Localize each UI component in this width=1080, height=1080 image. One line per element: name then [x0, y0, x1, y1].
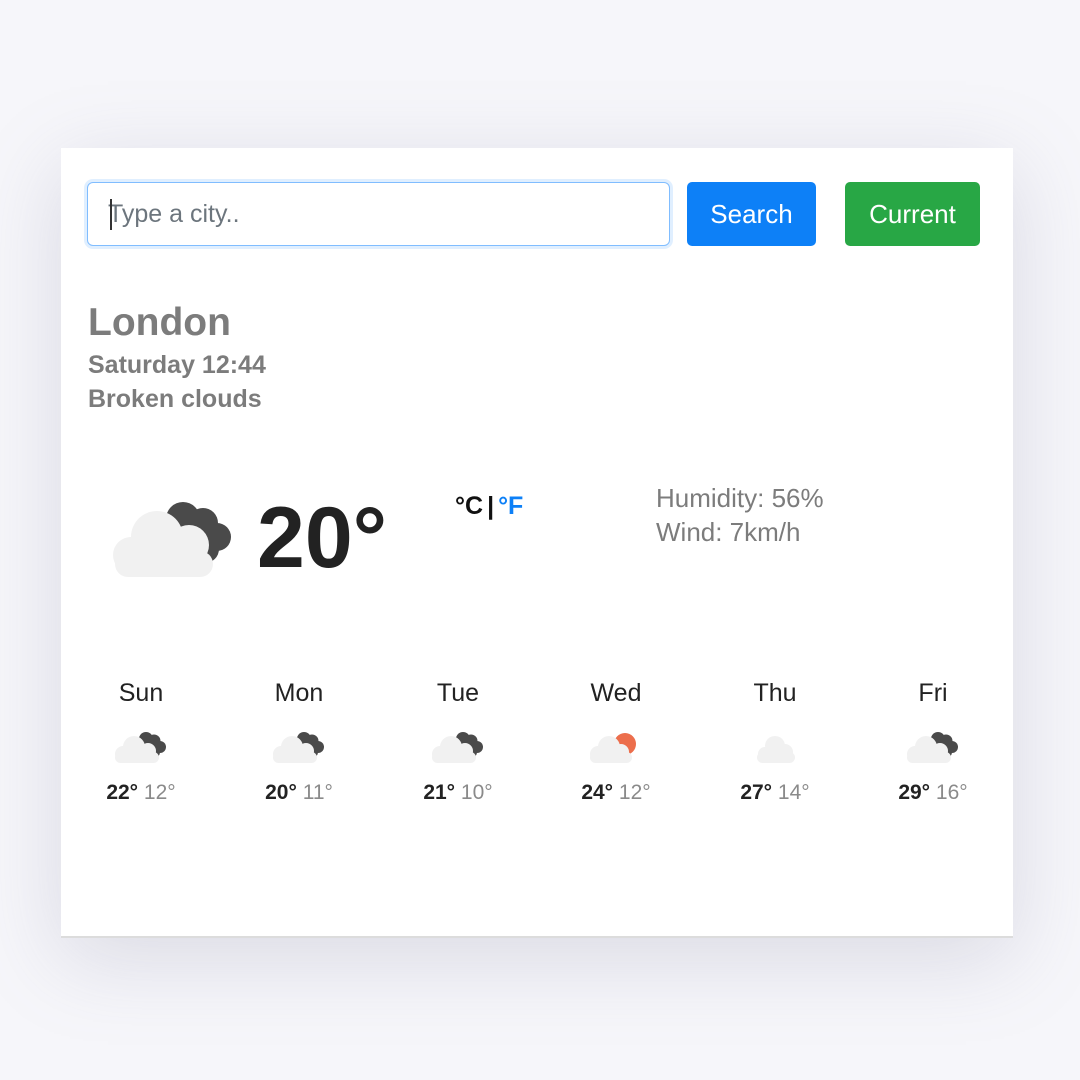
search-row: Search Current — [87, 182, 980, 246]
broken-clouds-icon — [432, 732, 483, 763]
forecast-day: Fri 29° 16° — [873, 676, 993, 806]
city-name: London — [88, 301, 231, 344]
current-location-button[interactable]: Current — [845, 182, 980, 246]
fahrenheit-link[interactable]: °F — [498, 492, 523, 520]
forecast-min-temp: 14° — [777, 781, 810, 804]
forecast-day: Tue 21° 10° — [398, 676, 518, 806]
broken-clouds-icon — [115, 732, 166, 763]
forecast-min-temp: 12° — [143, 781, 176, 804]
humidity-text: Humidity: 56% — [656, 483, 824, 513]
forecast-min-temp: 11° — [302, 781, 333, 804]
weather-card: Search Current London Saturday 12:44 Bro… — [61, 148, 1013, 938]
forecast-min-temp: 10° — [460, 781, 493, 804]
text-caret — [110, 199, 112, 230]
forecast-day-name: Thu — [753, 679, 797, 707]
forecast-max-temp: 21° — [423, 781, 456, 804]
forecast-min-temp: 12° — [618, 781, 651, 804]
cloud-icon — [757, 736, 795, 763]
partly-sunny-icon — [590, 733, 636, 763]
forecast-max-temp: 24° — [581, 781, 614, 804]
weather-description: Broken clouds — [88, 385, 262, 413]
forecast-max-temp: 22° — [106, 781, 139, 804]
forecast-day-name: Wed — [590, 679, 642, 707]
forecast-day: Thu 27° 14° — [715, 676, 835, 806]
forecast-day-name: Tue — [436, 679, 480, 707]
broken-clouds-icon — [907, 732, 958, 763]
location-info: London Saturday 12:44 Broken clouds — [88, 298, 266, 416]
city-search-input[interactable] — [87, 182, 670, 246]
wind-text: Wind: 7km/h — [656, 517, 801, 547]
broken-clouds-icon — [273, 732, 324, 763]
forecast-day-name: Mon — [274, 679, 324, 707]
search-button[interactable]: Search — [687, 182, 816, 246]
forecast-max-temp: 27° — [740, 781, 773, 804]
forecast-day-name: Fri — [918, 679, 948, 707]
forecast-day-name: Sun — [118, 679, 164, 707]
forecast-day: Mon 20° 11° — [239, 676, 359, 806]
forecast-min-temp: 16° — [935, 781, 968, 804]
date-time: Saturday 12:44 — [88, 351, 266, 379]
unit-toggle: °C | °F — [455, 492, 523, 521]
weather-details: Humidity: 56% Wind: 7km/h — [656, 481, 824, 549]
forecast-max-temp: 20° — [265, 781, 297, 804]
forecast-day: Wed 24° 12° — [556, 676, 676, 806]
current-temperature: 20° — [257, 490, 388, 586]
forecast-max-temp: 29° — [898, 781, 931, 804]
forecast-row: Sun 22° 12° Mon 20° 11° Tue 21° 10° Wed … — [61, 676, 1013, 826]
broken-clouds-icon — [113, 502, 231, 577]
unit-separator: | — [487, 492, 495, 520]
forecast-day: Sun 22° 12° — [81, 676, 201, 806]
celsius-link[interactable]: °C — [455, 492, 483, 520]
